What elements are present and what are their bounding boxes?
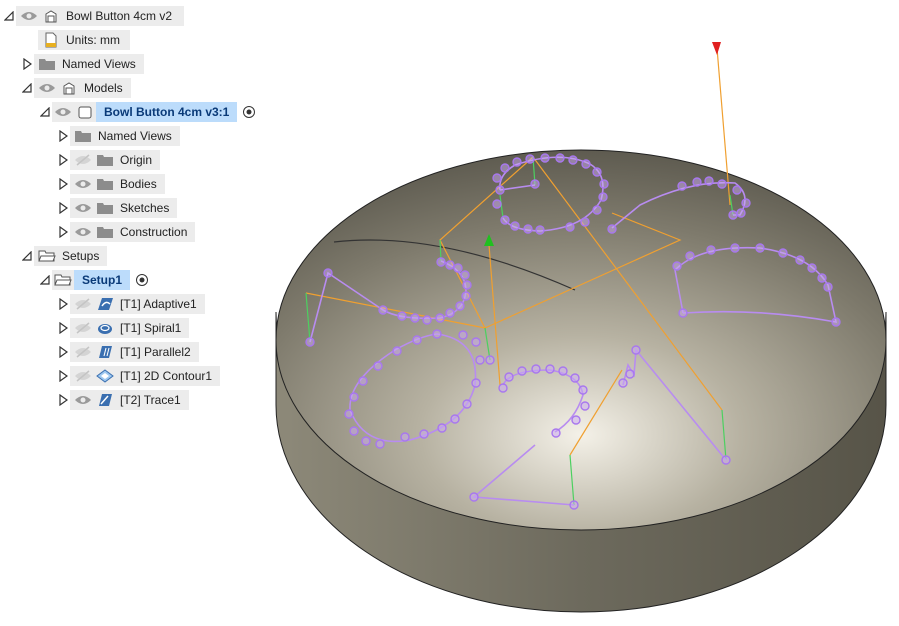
tree-label-operation: [T2] Trace1 (120, 393, 181, 407)
tree-label-operation: [T1] Adaptive1 (120, 297, 197, 311)
collapse-triangle-icon[interactable] (38, 271, 52, 289)
tree-label-construction: Construction (120, 225, 188, 239)
folder-icon (94, 198, 116, 218)
collapse-triangle-icon[interactable] (38, 103, 52, 121)
tree-row-operation[interactable]: [T1] Adaptive1 (56, 294, 205, 314)
tree-row-component[interactable]: Bowl Button 4cm v3:1 (38, 102, 257, 122)
folder-icon (94, 174, 116, 194)
tree-label-setup1: Setup1 (82, 273, 123, 287)
contour-icon (94, 366, 116, 386)
tree-label-sketches: Sketches (120, 201, 170, 215)
browser-tree: Bowl Button 4cm v2 Units: mm Named Views (0, 0, 290, 420)
eye-icon[interactable] (36, 78, 58, 98)
setup-folder-icon (52, 270, 74, 290)
collapse-triangle-icon[interactable] (2, 7, 16, 25)
parallel-icon (94, 342, 116, 362)
tree-row-root[interactable]: Bowl Button 4cm v2 (2, 6, 185, 26)
tree-row-sketches[interactable]: Sketches (56, 198, 178, 218)
eye-icon[interactable] (72, 174, 94, 194)
adaptive-icon (94, 294, 116, 314)
tree-label-bodies: Bodies (120, 177, 157, 191)
expand-triangle-icon[interactable] (56, 391, 70, 409)
tree-label-operation: [T1] 2D Contour1 (120, 369, 213, 383)
expand-triangle-icon[interactable] (56, 319, 70, 337)
eye-hidden-icon[interactable] (72, 150, 94, 170)
expand-triangle-icon[interactable] (56, 199, 70, 217)
document-component-icon (58, 78, 80, 98)
expand-triangle-icon[interactable] (56, 175, 70, 193)
expand-triangle-icon[interactable] (56, 151, 70, 169)
tree-row-origin[interactable]: Origin (56, 150, 161, 170)
expand-triangle-icon[interactable] (56, 223, 70, 241)
spiral-icon (94, 318, 116, 338)
eye-icon[interactable] (72, 222, 94, 242)
activate-radio-icon[interactable] (134, 270, 150, 290)
tree-label-models: Models (84, 81, 123, 95)
eye-hidden-icon[interactable] (72, 366, 94, 386)
tree-row-setup1[interactable]: Setup1 (38, 270, 150, 290)
tree-row-named-views[interactable]: Named Views (20, 54, 144, 74)
folder-icon (94, 150, 116, 170)
tree-label-origin: Origin (120, 153, 153, 167)
tree-row-operation[interactable]: [T1] 2D Contour1 (56, 366, 221, 386)
folder-icon (94, 222, 116, 242)
units-document-icon (40, 30, 62, 50)
folder-icon (36, 54, 58, 74)
tree-row-models[interactable]: Models (20, 78, 131, 98)
eye-icon[interactable] (18, 6, 40, 26)
eye-hidden-icon[interactable] (72, 342, 94, 362)
tree-label-operation: [T1] Spiral1 (120, 321, 182, 335)
tree-label-component: Bowl Button 4cm v3:1 (104, 105, 230, 119)
eye-icon[interactable] (72, 390, 94, 410)
tree-label-named-views: Named Views (62, 57, 136, 71)
tree-row-component-named-views[interactable]: Named Views (56, 126, 180, 146)
expand-triangle-icon[interactable] (56, 367, 70, 385)
tree-row-operation[interactable]: [T1] Parallel2 (56, 342, 199, 362)
expand-triangle-icon[interactable] (56, 295, 70, 313)
tree-row-units[interactable]: Units: mm (38, 30, 130, 50)
expand-triangle-icon[interactable] (56, 127, 70, 145)
document-component-icon (40, 6, 62, 26)
tree-label-root: Bowl Button 4cm v2 (66, 9, 173, 23)
collapse-triangle-icon[interactable] (20, 79, 34, 97)
tree-row-bodies[interactable]: Bodies (56, 174, 165, 194)
tree-row-operation[interactable]: [T1] Spiral1 (56, 318, 190, 338)
tree-row-setups[interactable]: Setups (20, 246, 108, 266)
eye-hidden-icon[interactable] (72, 294, 94, 314)
disc-top-surface (275, 149, 887, 531)
activate-radio-icon[interactable] (241, 102, 257, 122)
expand-triangle-icon[interactable] (20, 55, 34, 73)
tree-label-units: Units: mm (66, 33, 120, 47)
folder-icon (72, 126, 94, 146)
eye-icon[interactable] (52, 102, 74, 122)
tree-label-operation: [T1] Parallel2 (120, 345, 191, 359)
eye-icon[interactable] (72, 198, 94, 218)
component-icon (74, 102, 96, 122)
tree-label-setups: Setups (62, 249, 100, 263)
setup-folder-icon (36, 246, 58, 266)
tool-start-marker (712, 42, 721, 55)
trace-icon (94, 390, 116, 410)
canvas-viewport[interactable] (270, 0, 899, 623)
eye-hidden-icon[interactable] (72, 318, 94, 338)
expand-triangle-icon[interactable] (56, 343, 70, 361)
tree-row-operation[interactable]: [T2] Trace1 (56, 390, 189, 410)
tree-label-component-named-views: Named Views (98, 129, 172, 143)
tree-row-construction[interactable]: Construction (56, 222, 196, 242)
model-view (275, 42, 887, 613)
collapse-triangle-icon[interactable] (20, 247, 34, 265)
